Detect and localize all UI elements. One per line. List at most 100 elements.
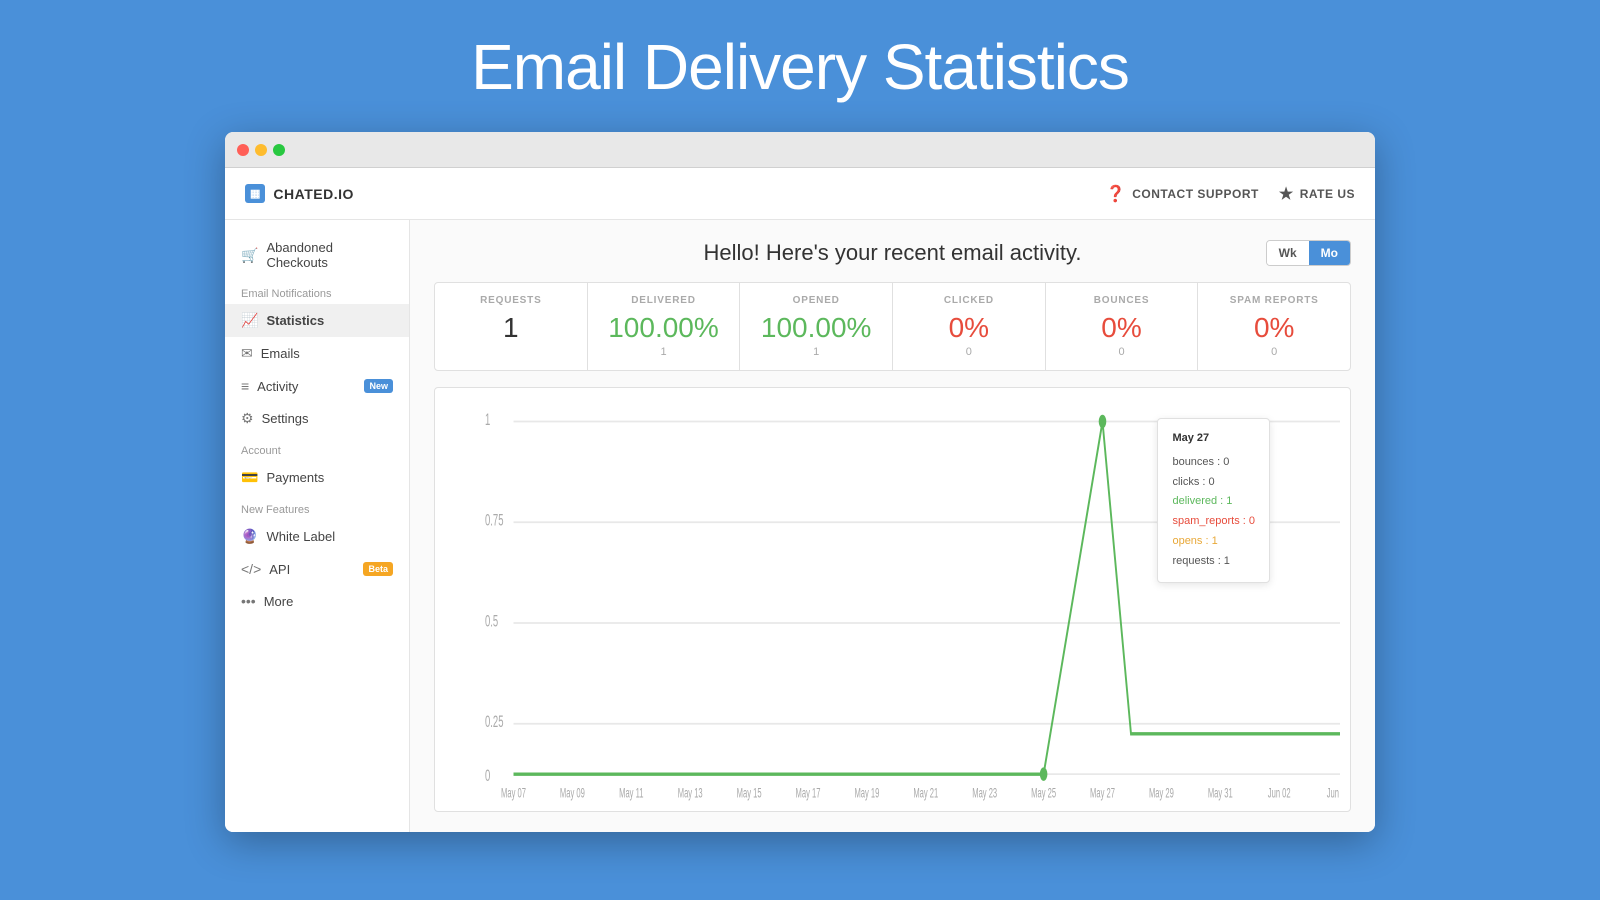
maximize-dot[interactable] xyxy=(273,144,285,156)
sidebar-emails-label: Emails xyxy=(261,346,300,361)
sidebar-item-statistics[interactable]: 📈 Statistics xyxy=(225,304,409,337)
sidebar-item-whitelabel[interactable]: 🔮 White Label xyxy=(225,520,409,553)
chart-container: 1 0.75 0.5 0.25 0 May 07 xyxy=(434,387,1351,812)
spam-sub: 0 xyxy=(1214,346,1334,358)
sidebar: 🛒 Abandoned Checkouts Email Notification… xyxy=(225,220,410,832)
sidebar-settings-label: Settings xyxy=(262,411,309,426)
svg-text:Jun 02: Jun 02 xyxy=(1268,787,1291,801)
svg-text:May 13: May 13 xyxy=(678,787,703,801)
sidebar-item-settings[interactable]: ⚙ Settings xyxy=(225,402,409,435)
more-icon: ••• xyxy=(241,593,256,609)
rate-us-button[interactable]: ★ RATE US xyxy=(1279,184,1355,204)
sidebar-api-label: API xyxy=(269,562,290,577)
logo-text: CHATED.IO xyxy=(273,186,353,202)
clicked-value: 0% xyxy=(909,312,1029,344)
rate-us-label: RATE US xyxy=(1300,187,1355,201)
header-actions: ❓ CONTACT SUPPORT ★ RATE US xyxy=(1106,184,1355,204)
svg-text:0: 0 xyxy=(485,766,491,784)
svg-text:May 09: May 09 xyxy=(560,787,585,801)
wk-button[interactable]: Wk xyxy=(1267,241,1309,265)
stat-card-bounces: BOUNCES 0% 0 xyxy=(1046,283,1199,370)
app-logo[interactable]: ▦ CHATED.IO xyxy=(245,184,354,203)
svg-text:0.5: 0.5 xyxy=(485,612,498,630)
chart-icon: 📈 xyxy=(241,312,258,329)
question-icon: ❓ xyxy=(1106,184,1126,204)
stats-row: REQUESTS 1 DELIVERED 100.00% 1 OPENED 10… xyxy=(434,282,1351,371)
svg-text:May 15: May 15 xyxy=(737,787,762,801)
svg-text:May 19: May 19 xyxy=(854,787,879,801)
api-icon: </> xyxy=(241,561,261,577)
star-icon: ★ xyxy=(1279,184,1294,204)
requests-label: REQUESTS xyxy=(451,295,571,306)
svg-text:May 11: May 11 xyxy=(619,787,643,801)
sidebar-item-emails[interactable]: ✉ Emails xyxy=(225,337,409,370)
sidebar-whitelabel-label: White Label xyxy=(266,529,335,544)
chart-peak-dot xyxy=(1099,415,1107,428)
contact-support-label: CONTACT SUPPORT xyxy=(1132,187,1259,201)
sidebar-section-account: Account xyxy=(225,435,409,461)
contact-support-button[interactable]: ❓ CONTACT SUPPORT xyxy=(1106,184,1259,204)
svg-text:May 17: May 17 xyxy=(796,787,821,801)
svg-text:0.25: 0.25 xyxy=(485,712,503,730)
wk-mo-toggle: Wk Mo xyxy=(1266,240,1351,266)
main-inner: Hello! Here's your recent email activity… xyxy=(410,220,1375,832)
whitelabel-icon: 🔮 xyxy=(241,528,258,545)
activity-new-badge: New xyxy=(364,379,393,393)
sidebar-more-label: More xyxy=(264,594,294,609)
payments-icon: 💳 xyxy=(241,469,258,486)
top-bar: Hello! Here's your recent email activity… xyxy=(434,240,1351,266)
delivered-sub: 1 xyxy=(604,346,724,358)
sidebar-item-payments[interactable]: 💳 Payments xyxy=(225,461,409,494)
sidebar-payments-label: Payments xyxy=(266,470,324,485)
sidebar-item-api[interactable]: </> API Beta xyxy=(225,553,409,585)
spam-value: 0% xyxy=(1214,312,1334,344)
browser-window: ▦ CHATED.IO ❓ CONTACT SUPPORT ★ RATE US … xyxy=(225,132,1375,832)
sidebar-activity-label: Activity xyxy=(257,379,298,394)
page-title: Email Delivery Statistics xyxy=(471,30,1129,104)
clicked-sub: 0 xyxy=(909,346,1029,358)
sidebar-item-activity[interactable]: ≡ Activity New xyxy=(225,370,409,402)
svg-text:May 25: May 25 xyxy=(1031,787,1056,801)
api-beta-badge: Beta xyxy=(363,562,393,576)
logo-icon: ▦ xyxy=(245,184,265,203)
minimize-dot[interactable] xyxy=(255,144,267,156)
svg-text:May 07: May 07 xyxy=(501,787,526,801)
sidebar-abandoned-label: Abandoned Checkouts xyxy=(266,240,393,270)
stat-card-opened: OPENED 100.00% 1 xyxy=(740,283,893,370)
bounces-sub: 0 xyxy=(1062,346,1182,358)
app-body: 🛒 Abandoned Checkouts Email Notification… xyxy=(225,220,1375,832)
chart-svg: 1 0.75 0.5 0.25 0 May 07 xyxy=(485,398,1340,801)
svg-text:May 23: May 23 xyxy=(972,787,997,801)
settings-icon: ⚙ xyxy=(241,410,254,427)
svg-text:May 21: May 21 xyxy=(913,787,938,801)
app-header: ▦ CHATED.IO ❓ CONTACT SUPPORT ★ RATE US xyxy=(225,168,1375,220)
email-icon: ✉ xyxy=(241,345,253,362)
sidebar-section-new: New Features xyxy=(225,494,409,520)
opened-label: OPENED xyxy=(756,295,876,306)
requests-value: 1 xyxy=(451,312,571,344)
delivered-value: 100.00% xyxy=(604,312,724,344)
greeting-text: Hello! Here's your recent email activity… xyxy=(704,240,1082,266)
main-content: Hello! Here's your recent email activity… xyxy=(410,220,1375,832)
mo-button[interactable]: Mo xyxy=(1309,241,1350,265)
bounces-label: BOUNCES xyxy=(1062,295,1182,306)
svg-text:Jun 04: Jun 04 xyxy=(1327,787,1340,801)
stat-card-clicked: CLICKED 0% 0 xyxy=(893,283,1046,370)
svg-text:May 29: May 29 xyxy=(1149,787,1174,801)
sidebar-item-abandoned-checkouts[interactable]: 🛒 Abandoned Checkouts xyxy=(225,232,409,278)
close-dot[interactable] xyxy=(237,144,249,156)
opened-value: 100.00% xyxy=(756,312,876,344)
sidebar-section-email: Email Notifications xyxy=(225,278,409,304)
svg-text:May 31: May 31 xyxy=(1208,787,1233,801)
opened-sub: 1 xyxy=(756,346,876,358)
delivered-label: DELIVERED xyxy=(604,295,724,306)
svg-text:1: 1 xyxy=(485,410,490,428)
sidebar-item-more[interactable]: ••• More xyxy=(225,585,409,617)
stat-card-spam: SPAM REPORTS 0% 0 xyxy=(1198,283,1350,370)
clicked-label: CLICKED xyxy=(909,295,1029,306)
stat-card-requests: REQUESTS 1 xyxy=(435,283,588,370)
svg-text:0.75: 0.75 xyxy=(485,511,503,529)
sidebar-statistics-label: Statistics xyxy=(266,313,324,328)
activity-icon: ≡ xyxy=(241,378,249,394)
cart-icon: 🛒 xyxy=(241,247,258,264)
